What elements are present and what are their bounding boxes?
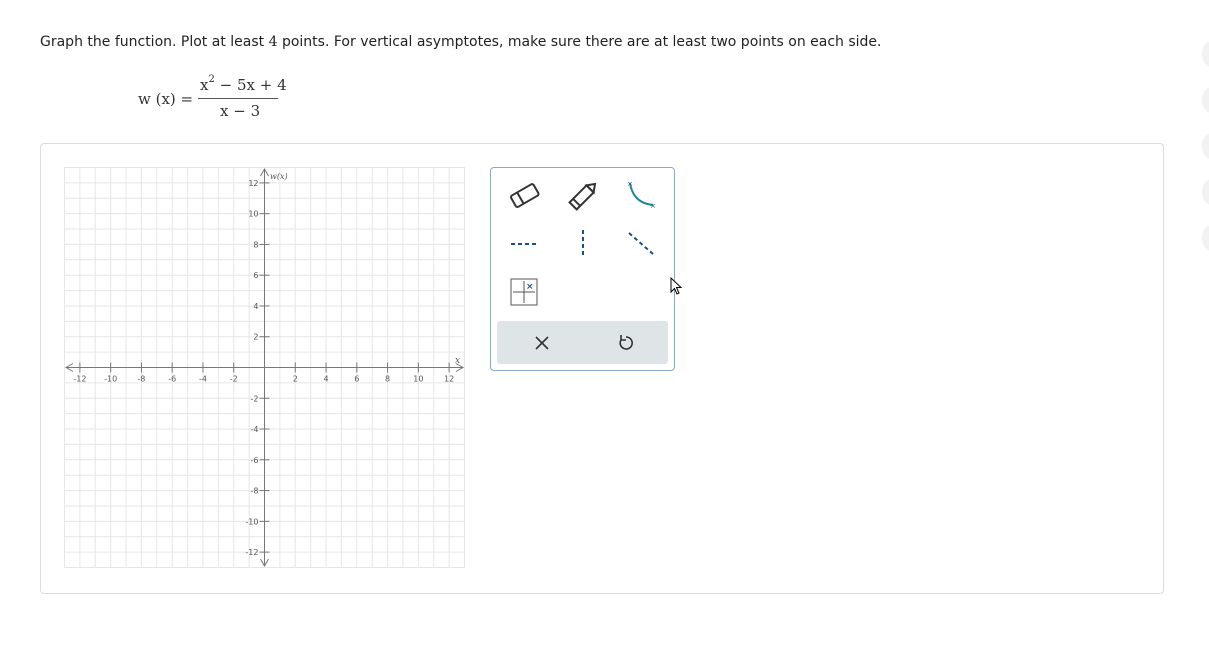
prompt-text-after: points. For vertical asymptotes, make su…	[277, 34, 882, 50]
x-tick-label: -10	[104, 375, 117, 384]
y-tick-label: -8	[251, 487, 259, 496]
svg-text:×: ×	[627, 180, 633, 188]
undo-button[interactable]	[611, 328, 641, 358]
y-tick-label: 12	[248, 179, 258, 188]
mouse-cursor-icon	[670, 276, 684, 301]
formula-numerator: x2 − 5x + 4	[200, 74, 287, 94]
x-tick-label: -12	[73, 375, 86, 384]
numerator-rest: − 5x + 4	[219, 76, 287, 94]
eraser-tool[interactable]	[505, 176, 545, 216]
formula-denominator: x − 3	[220, 102, 261, 120]
side-tab-4[interactable]	[1202, 178, 1209, 206]
y-tick-label: 8	[253, 240, 258, 249]
y-tick-label: 4	[253, 302, 258, 311]
horizontal-asymptote-tool[interactable]	[505, 224, 545, 264]
vertical-asymptote-tool[interactable]	[563, 224, 603, 264]
oblique-asymptote-tool[interactable]	[621, 224, 661, 264]
x-tick-label: 6	[354, 375, 359, 384]
y-tick-label: 6	[253, 271, 258, 280]
horizontal-asymptote-icon	[511, 243, 539, 245]
prompt-text-before: Graph the function. Plot at least	[40, 34, 269, 50]
point-grid-tool[interactable]: ×	[505, 272, 545, 312]
x-tick-label: 10	[413, 375, 423, 384]
fraction-bar	[198, 98, 278, 99]
svg-text:×: ×	[650, 202, 656, 210]
pencil-icon	[568, 182, 597, 211]
y-tick-label: 2	[253, 333, 258, 342]
y-axis-label: w(x)	[270, 172, 288, 181]
formula-lhs: w (x) =	[138, 90, 194, 108]
x-tick-label: 4	[323, 375, 328, 384]
question-prompt: Graph the function. Plot at least 4 poin…	[40, 34, 882, 50]
curve-tool[interactable]: × ×	[621, 176, 661, 216]
graph-svg[interactable]: -12 -10 -8 -6 -4 -2 2 4 6 8 10 12 12 10 8 6 4 2 -2 -4 -6 -8 -1…	[64, 167, 465, 568]
clear-icon	[535, 336, 549, 350]
y-tick-label: -10	[245, 517, 258, 526]
side-tab-5[interactable]	[1202, 224, 1209, 252]
point-grid-icon: ×	[510, 278, 538, 306]
graph-tools-panel: × × ×	[490, 167, 675, 371]
y-tick-label: -2	[251, 394, 259, 403]
side-tab-2[interactable]	[1202, 86, 1209, 114]
x-tick-label: 8	[385, 375, 390, 384]
svg-text:×: ×	[526, 282, 534, 292]
pencil-tool[interactable]	[563, 176, 603, 216]
oblique-asymptote-icon	[628, 232, 654, 255]
y-tick-label: -6	[251, 456, 259, 465]
side-tab-1[interactable]	[1202, 40, 1209, 68]
x-tick-label: 12	[444, 375, 454, 384]
curve-tool-icon: × ×	[627, 180, 656, 210]
side-tab-3[interactable]	[1202, 132, 1209, 160]
numerator-exponent: 2	[208, 74, 215, 85]
x-tick-label: -2	[230, 375, 238, 384]
vertical-asymptote-icon	[582, 230, 584, 258]
x-tick-label: -4	[199, 375, 207, 384]
y-tick-label: -12	[245, 548, 258, 557]
clear-button[interactable]	[527, 328, 557, 358]
graph-canvas[interactable]: -12 -10 -8 -6 -4 -2 2 4 6 8 10 12 12 10 8 6 4 2 -2 -4 -6 -8 -1…	[64, 167, 465, 568]
undo-icon	[619, 335, 633, 350]
graph-action-bar	[497, 321, 668, 364]
eraser-icon	[509, 183, 540, 208]
points-required: 4	[268, 34, 278, 50]
y-tick-label: 10	[248, 210, 258, 219]
x-tick-label: 2	[293, 375, 298, 384]
x-tick-label: -6	[168, 375, 176, 384]
y-tick-label: -4	[251, 425, 259, 434]
x-tick-label: -8	[137, 375, 145, 384]
x-axis-label: x	[455, 356, 460, 366]
